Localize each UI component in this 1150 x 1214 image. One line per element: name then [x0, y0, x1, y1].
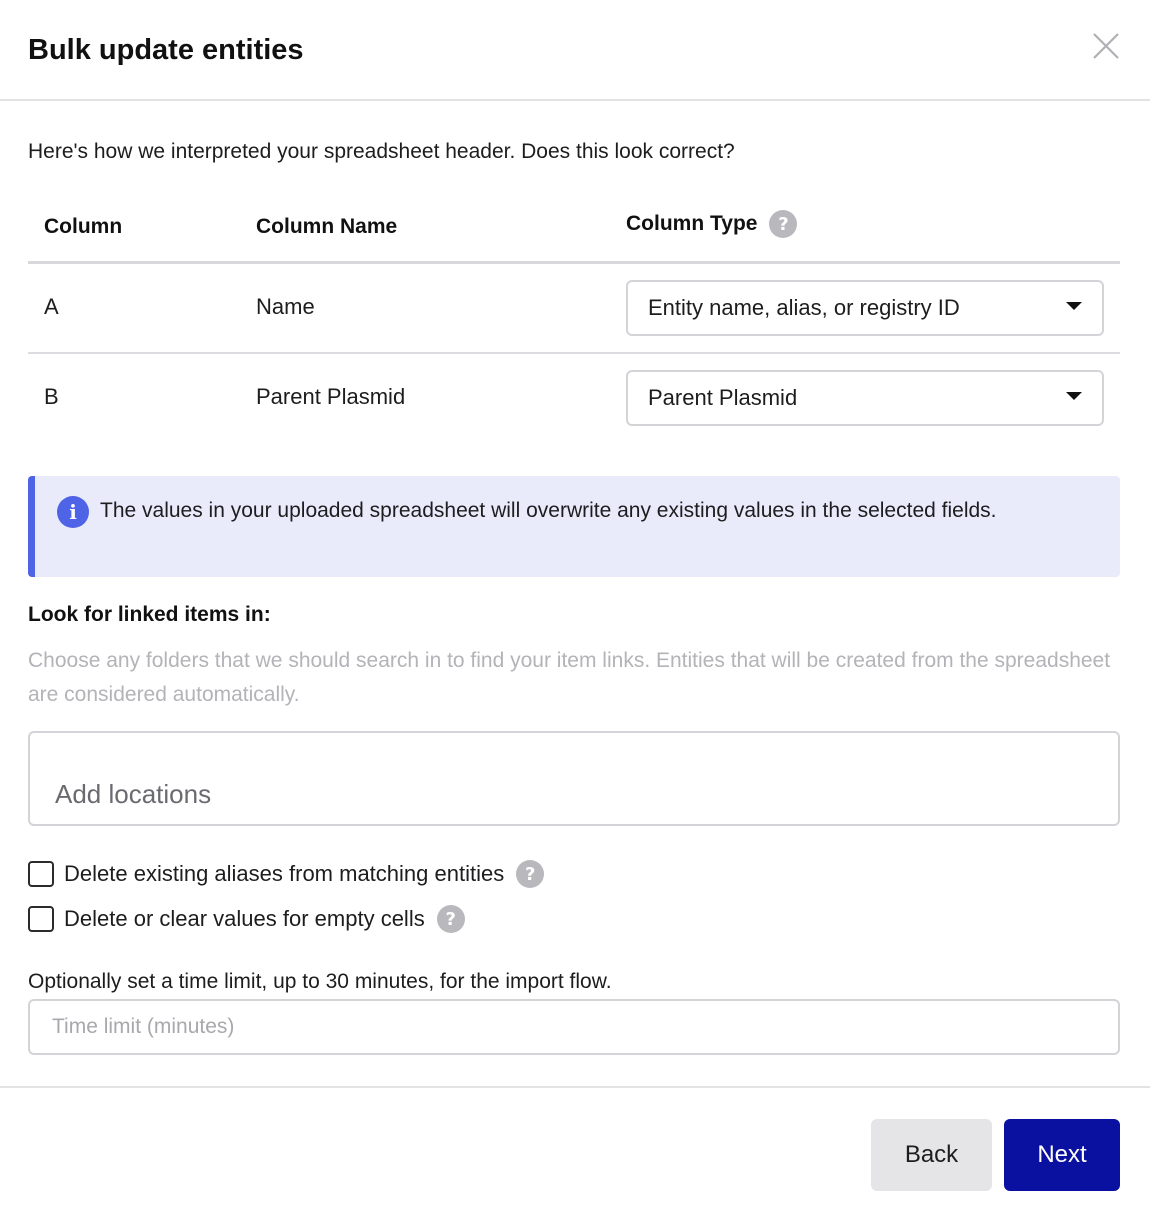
column-type-value: Entity name, alias, or registry ID — [648, 295, 960, 320]
option-delete-aliases: Delete existing aliases from matching en… — [28, 860, 545, 888]
table-row: A Name Entity name, alias, or registry I… — [28, 264, 1120, 354]
close-icon[interactable] — [1090, 30, 1122, 62]
help-icon[interactable]: ? — [516, 860, 545, 888]
clear-empty-cells-checkbox[interactable] — [28, 906, 54, 932]
row-column-name: Name — [256, 294, 315, 319]
dialog-header: Bulk update entities — [0, 0, 1150, 101]
clear-empty-cells-label: Delete or clear values for empty cells — [64, 906, 425, 931]
table-row: B Parent Plasmid Parent Plasmid — [28, 354, 1120, 444]
time-limit-label: Optionally set a time limit, up to 30 mi… — [28, 970, 612, 993]
linked-items-help: Choose any folders that we should search… — [28, 649, 1111, 706]
next-button[interactable]: Next — [1004, 1119, 1120, 1191]
linked-items-title: Look for linked items in: — [28, 603, 271, 626]
intro-text: Here's how we interpreted your spreadshe… — [28, 140, 735, 163]
row-column-letter: B — [44, 384, 59, 409]
bulk-update-dialog: Bulk update entities Here's how we inter… — [0, 0, 1150, 1214]
header-column-type-label: Column Type — [626, 212, 758, 235]
dialog-title: Bulk update entities — [28, 34, 304, 66]
footer-divider — [0, 1086, 1150, 1088]
callout-text: The values in your uploaded spreadsheet … — [100, 499, 997, 522]
column-type-select[interactable]: Parent Plasmid — [626, 370, 1104, 426]
info-icon: i — [57, 496, 89, 528]
delete-aliases-checkbox[interactable] — [28, 861, 54, 887]
time-limit-input[interactable] — [28, 999, 1120, 1055]
column-type-select[interactable]: Entity name, alias, or registry ID — [626, 280, 1104, 336]
column-type-value: Parent Plasmid — [648, 385, 798, 410]
option-clear-empty-cells: Delete or clear values for empty cells ? — [28, 905, 465, 933]
header-column-type: Column Type ? — [626, 210, 798, 238]
header-column-name: Column Name — [256, 215, 398, 238]
table-header: Column Column Name Column Type ? — [28, 200, 1120, 264]
back-button[interactable]: Back — [871, 1119, 992, 1191]
help-icon[interactable]: ? — [769, 210, 798, 238]
row-column-name: Parent Plasmid — [256, 384, 406, 409]
header-column: Column — [44, 215, 123, 238]
row-column-letter: A — [44, 294, 59, 319]
help-icon[interactable]: ? — [436, 905, 465, 933]
caret-down-icon — [1066, 302, 1082, 310]
add-locations-input[interactable] — [28, 731, 1120, 826]
overwrite-warning-callout: i The values in your uploaded spreadshee… — [28, 476, 1120, 577]
delete-aliases-label: Delete existing aliases from matching en… — [64, 861, 505, 886]
caret-down-icon — [1066, 392, 1082, 400]
